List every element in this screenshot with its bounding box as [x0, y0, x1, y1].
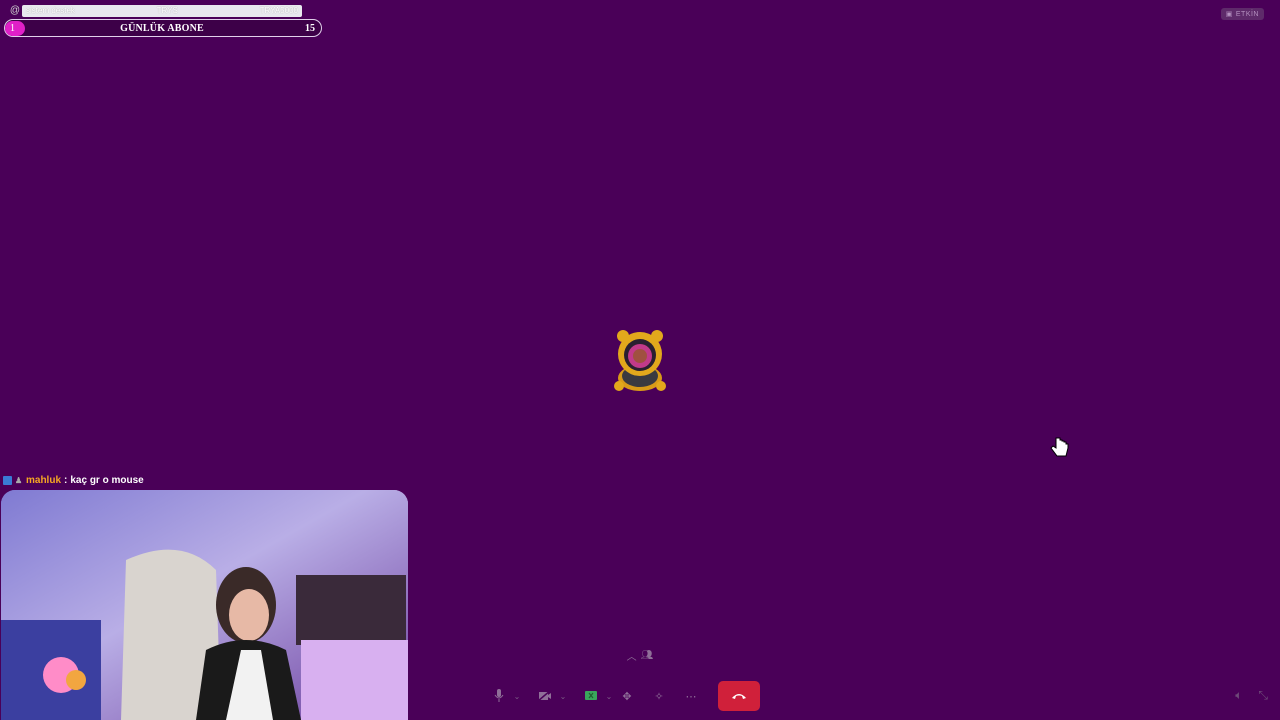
soundboard-icon: ✧ [654, 690, 664, 703]
goal-title: GÜNLÜK ABONE [120, 22, 204, 34]
chat-separator: : [64, 474, 68, 486]
apps-icon: ✥ [622, 690, 632, 703]
user-badge-icon: ♟ [15, 475, 23, 485]
volume-icon[interactable]: 🔈︎ [1235, 688, 1242, 703]
soundboard-button[interactable]: ✧ [648, 685, 670, 707]
subscriber-badge-icon [3, 475, 12, 485]
more-icon: ⋯ [685, 690, 697, 703]
bear-avatar-icon [614, 330, 666, 391]
hand-cursor-icon [1049, 436, 1069, 458]
chat-text: kaç gr o mouse [70, 474, 144, 486]
webcam-image [1, 490, 408, 720]
screen-share-button[interactable] [580, 685, 602, 707]
screen-share-options-chevron-icon[interactable]: ⌄ [602, 692, 616, 701]
ticker-strip: sistem destek TRYS TRYA5000 [22, 4, 302, 17]
goal-target: 15 [305, 22, 315, 34]
chat-message: ♟ mahluk : kaç gr o mouse [3, 473, 144, 487]
camera-button[interactable] [534, 685, 556, 707]
screen-share-icon: ▣ [1225, 11, 1233, 18]
activities-button[interactable]: ✥ [616, 685, 638, 707]
microphone-icon [494, 689, 504, 702]
goal-progress-fill: 1 [5, 20, 25, 36]
ticker-right-text: TRYA5000 [259, 6, 298, 15]
active-status-badge[interactable]: ▣ ETKİN [1220, 8, 1264, 20]
chat-username: mahluk [26, 474, 62, 486]
goal-current: 1 [10, 22, 15, 34]
microphone-options-chevron-icon[interactable]: ⌄ [510, 692, 524, 701]
more-options-button[interactable]: ⋯ [680, 685, 702, 707]
at-icon: @ [9, 5, 21, 16]
call-controls: ⌄ ⌄ ⌄ ✥ ✧ ⋯ [488, 681, 760, 711]
fullscreen-exit-icon[interactable]: ⤡ [1258, 688, 1268, 703]
active-status-label: ETKİN [1235, 10, 1259, 18]
camera-off-icon [538, 690, 552, 702]
ticker-left-text: sistem destek [26, 6, 75, 15]
chevron-up-icon: ︿ [626, 651, 637, 663]
phone-hangup-icon [732, 694, 746, 699]
subscriber-goal-bar: 1 GÜNLÜK ABONE 15 [4, 19, 322, 37]
microphone-button[interactable] [488, 685, 510, 707]
ticker-bar: @ sistem destek TRYS TRYA5000 [8, 4, 302, 17]
bottom-right-controls: 🔈︎ ⤡ [1235, 688, 1268, 703]
screen-share-icon [585, 690, 597, 700]
participant-avatar[interactable] [609, 328, 671, 392]
camera-options-chevron-icon[interactable]: ⌄ [556, 692, 570, 701]
disconnect-button[interactable] [718, 681, 760, 711]
participants-icon: 👥︎ [640, 649, 654, 661]
participants-expander[interactable]: ︿ 👥︎ [620, 646, 660, 664]
ticker-mid-text: TRYS [156, 6, 178, 15]
streamer-webcam [1, 490, 408, 720]
